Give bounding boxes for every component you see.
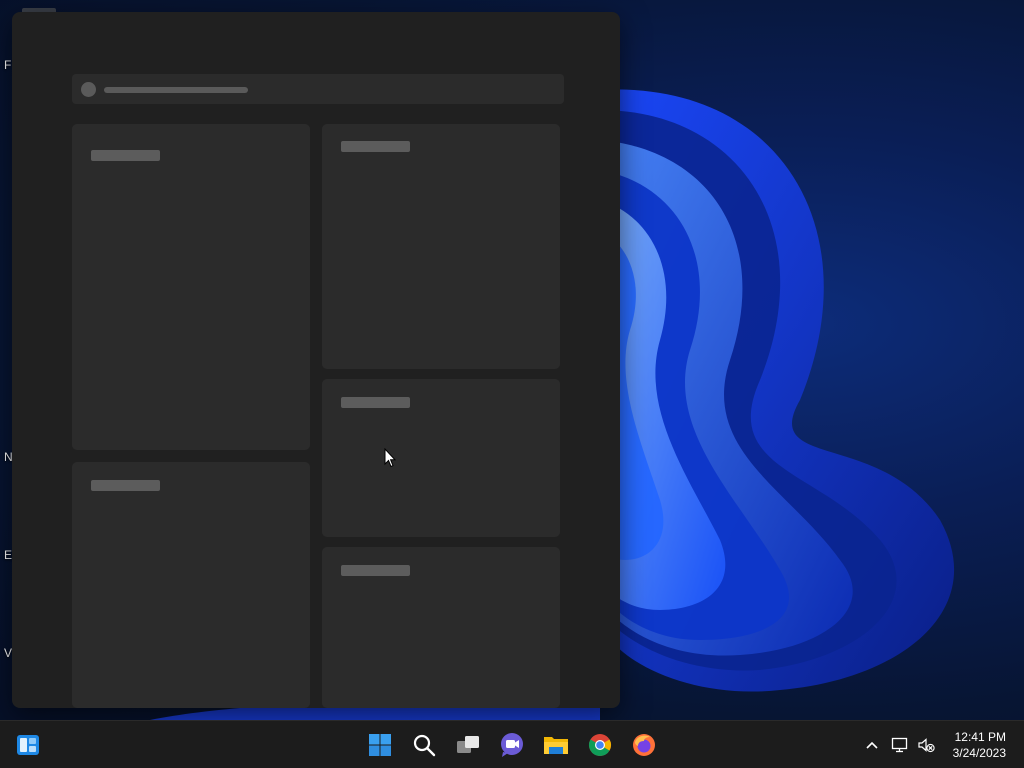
chevron-up-icon [866, 741, 878, 749]
widget-card-title-skeleton [91, 150, 160, 161]
search-placeholder-bar [104, 87, 248, 93]
taskbar: 12:41 PM 3/24/2023 [0, 720, 1024, 768]
widget-card-title-skeleton [91, 480, 160, 491]
desktop-icon-label-4[interactable]: V [4, 646, 12, 660]
firefox-button[interactable] [626, 727, 662, 763]
search-icon [413, 734, 436, 757]
search-placeholder-dot [81, 82, 96, 97]
widget-card-title-skeleton [341, 141, 410, 152]
start-icon [369, 734, 391, 756]
widgets-board [12, 12, 620, 708]
search-button[interactable] [406, 727, 442, 763]
volume-muted-icon [918, 738, 935, 753]
firefox-icon [633, 734, 655, 756]
file-explorer-icon [544, 737, 568, 754]
chrome-button[interactable] [582, 727, 618, 763]
chat-icon [501, 733, 523, 757]
widgets-button[interactable] [10, 727, 46, 763]
task-view-icon [457, 736, 479, 753]
widget-card-left-top[interactable] [72, 124, 310, 450]
task-view-button[interactable] [450, 727, 486, 763]
volume-button[interactable] [910, 727, 942, 763]
widget-card-left-bottom[interactable] [72, 462, 310, 708]
chrome-icon [589, 734, 611, 756]
clock-time: 12:41 PM [954, 730, 1006, 744]
clock-date: 3/24/2023 [952, 746, 1006, 760]
network-icon [891, 737, 908, 753]
mouse-pointer-icon [384, 448, 396, 468]
chat-button[interactable] [494, 727, 530, 763]
taskbar-clock[interactable]: 12:41 PM 3/24/2023 [953, 729, 1006, 761]
widget-card-title-skeleton [341, 397, 410, 408]
widget-card-title-skeleton [341, 565, 410, 576]
widget-card-right-bottom[interactable] [322, 547, 560, 708]
widgets-icon [17, 735, 39, 755]
start-button[interactable] [362, 727, 398, 763]
file-explorer-button[interactable] [538, 727, 574, 763]
widget-card-right-middle[interactable] [322, 379, 560, 537]
desktop-icon-label-1[interactable]: F [4, 58, 11, 72]
widget-card-right-top[interactable] [322, 124, 560, 369]
widgets-search-placeholder[interactable] [72, 74, 564, 104]
